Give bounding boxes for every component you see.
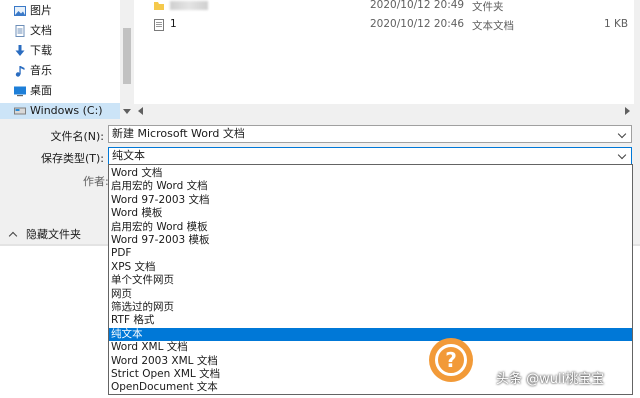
folder-icon [154, 2, 164, 10]
dropdown-option[interactable]: RTF 格式 [109, 314, 632, 327]
nav-item-label: Windows (C:) [30, 104, 103, 117]
nav-item-pictures[interactable]: 图片 [14, 1, 52, 21]
nav-item-label: 音乐 [30, 64, 52, 77]
pictures-icon [14, 6, 26, 16]
nav-item-drive-c[interactable]: Windows (C:) [0, 103, 120, 119]
hide-folders-label: 隐藏文件夹 [26, 228, 81, 241]
documents-icon [15, 25, 25, 37]
filename-label: 文件名(N): [50, 130, 104, 143]
file-type: 文本文档 [472, 20, 514, 32]
file-list: 2020/10/12 20:49 文件夹 1 2020/10/12 20:46 … [134, 0, 634, 104]
nav-item-label: 桌面 [30, 84, 52, 97]
dialog-right-edge [634, 0, 640, 244]
dropdown-option-selected[interactable]: 纯文本 [109, 327, 632, 342]
dropdown-option[interactable]: 网页 [109, 288, 632, 301]
nav-item-desktop[interactable]: 桌面 [14, 81, 52, 101]
file-size: 1 KB [604, 18, 629, 30]
file-date: 2020/10/12 20:46 [370, 18, 465, 30]
scroll-down-arrow-icon[interactable] [123, 109, 131, 114]
drive-icon [14, 107, 26, 115]
dropdown-option[interactable]: 单个文件网页 [109, 274, 632, 287]
scroll-right-arrow-icon[interactable] [625, 107, 630, 115]
watermark-logo-icon: ? [429, 338, 473, 382]
dropdown-option[interactable]: Word XML 文档 [109, 341, 632, 354]
author-label: 作者: [83, 175, 109, 188]
hide-folders-button[interactable]: 隐藏文件夹 [8, 226, 81, 242]
dropdown-option[interactable]: 启用宏的 Word 模板 [109, 221, 632, 234]
scroll-left-arrow-icon[interactable] [138, 107, 143, 115]
nav-item-label: 文档 [30, 24, 52, 37]
dropdown-option[interactable]: XPS 文档 [109, 261, 632, 274]
file-name: 1 [170, 18, 177, 30]
file-row[interactable]: 1 2020/10/12 20:46 文本文档 1 KB [134, 17, 634, 33]
file-name-blurred [170, 1, 208, 10]
savetype-dropdown-list[interactable]: Word 文档 启用宏的 Word 文档 Word 97-2003 文档 Wor… [108, 164, 633, 395]
savetype-value: 纯文本 [112, 149, 145, 162]
file-row[interactable]: 2020/10/12 20:49 文件夹 [134, 0, 634, 14]
savetype-select[interactable]: 纯文本 [108, 147, 632, 165]
watermark-text: 头条 @wuli桃宝宝 [496, 372, 605, 387]
file-type: 文件夹 [472, 1, 504, 13]
dropdown-option[interactable]: Word 97-2003 文档 [109, 194, 632, 207]
nav-item-documents[interactable]: 文档 [15, 21, 52, 41]
nav-scrollbar[interactable] [120, 0, 134, 118]
music-note-icon [15, 66, 25, 77]
filename-input[interactable]: 新建 Microsoft Word 文档 [108, 125, 632, 143]
dropdown-option[interactable]: 筛选过的网页 [109, 301, 632, 314]
horizontal-scrollbar[interactable] [134, 104, 634, 118]
navigation-pane: 图片 文档 下载 音乐 桌面 Windows (C:) [0, 0, 120, 119]
dropdown-option[interactable]: Word 模板 [109, 207, 632, 220]
download-arrow-icon [15, 45, 25, 56]
scroll-thumb[interactable] [123, 28, 131, 84]
desktop-icon [14, 86, 26, 97]
chevron-down-icon[interactable] [617, 150, 627, 160]
dropdown-option[interactable]: Word 2003 XML 文档 [109, 355, 632, 368]
dropdown-option[interactable]: PDF [109, 247, 632, 260]
nav-item-label: 图片 [30, 4, 52, 17]
dropdown-option[interactable]: Word 97-2003 模板 [109, 234, 632, 247]
nav-item-music[interactable]: 音乐 [15, 61, 52, 81]
nav-item-label: 下载 [30, 44, 52, 57]
text-file-icon [154, 19, 164, 31]
dropdown-option[interactable]: Word 文档 [109, 167, 632, 180]
watermark-badge: ? [435, 344, 467, 376]
savetype-label: 保存类型(T): [40, 152, 104, 165]
chevron-up-icon [8, 231, 18, 240]
filename-value: 新建 Microsoft Word 文档 [112, 127, 245, 140]
dropdown-option[interactable]: 启用宏的 Word 文档 [109, 180, 632, 193]
chevron-down-icon[interactable] [617, 129, 627, 139]
nav-item-downloads[interactable]: 下载 [15, 41, 52, 61]
file-date: 2020/10/12 20:49 [370, 0, 465, 11]
